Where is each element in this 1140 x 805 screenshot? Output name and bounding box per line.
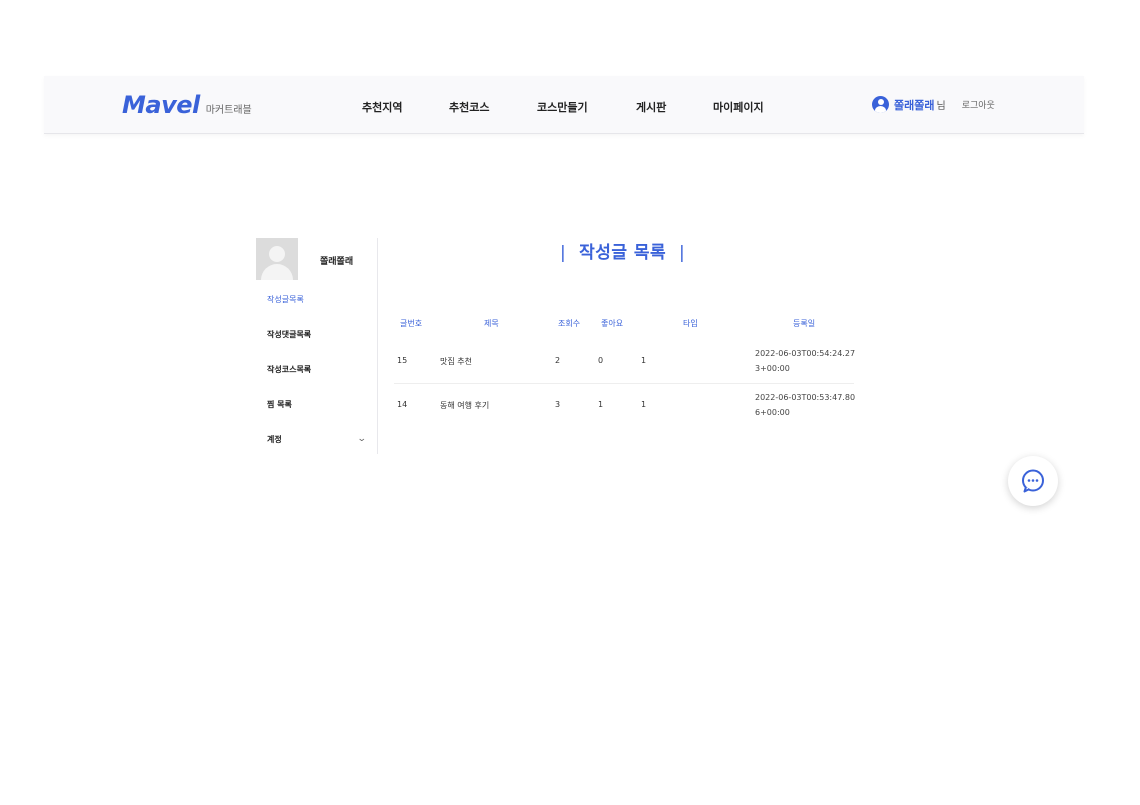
cell-type: 1: [641, 400, 647, 409]
sidebar-item-posts[interactable]: 작성글목록: [267, 294, 304, 305]
cell-date: 2022-06-03T00:54:24.273+00:00: [755, 349, 856, 373]
col-header-title: 제목: [484, 319, 499, 328]
avatar-head-shape: [269, 246, 285, 262]
sidebar-item-account[interactable]: 계정: [267, 434, 282, 445]
cell-no: 14: [397, 400, 408, 409]
profile-name: 쫄래쫄래: [320, 257, 354, 267]
chat-button[interactable]: [1008, 456, 1058, 506]
logout-link[interactable]: 로그아웃: [962, 98, 995, 111]
logo-subtitle: 마커트래블: [205, 105, 252, 116]
mypage-sidebar: 쫄래쫄래 작성글목록 작성댓글목록 작성코스목록 찜 목록 계정 ⌄: [256, 238, 378, 454]
chat-bubble-icon: [1022, 469, 1044, 493]
user-area: 쫄래쫄래 님 로그아웃: [872, 96, 995, 113]
page-title-text: 작성글 목록: [579, 243, 667, 263]
cell-type: 1: [641, 356, 647, 365]
avatar-body-shape: [261, 264, 293, 280]
nav-mypage[interactable]: 마이페이지: [713, 99, 764, 115]
user-suffix: 님: [936, 101, 946, 112]
col-header-views: 조회수: [558, 319, 581, 328]
nav-recommended-course[interactable]: 추천코스: [449, 99, 489, 115]
col-header-no: 글번호: [400, 319, 423, 328]
cell-likes: 0: [598, 356, 604, 365]
sidebar-item-wishlist[interactable]: 찜 목록: [267, 399, 292, 410]
title-bar-right: |: [679, 243, 686, 263]
nav-board[interactable]: 게시판: [636, 99, 666, 115]
user-circle-icon[interactable]: [872, 96, 889, 113]
cell-views: 2: [555, 356, 561, 365]
top-header: Mavel 마커트래블 추천지역 추천코스 코스만들기 게시판 마이페이지 쫄래…: [44, 76, 1084, 134]
logo[interactable]: Mavel 마커트래블: [122, 91, 252, 119]
user-name[interactable]: 쫄래쫄래: [894, 97, 934, 113]
title-bar-left: |: [560, 243, 567, 263]
logo-text: Mavel: [122, 91, 200, 119]
sidebar-item-courses[interactable]: 작성코스목록: [267, 364, 311, 375]
cell-views: 3: [555, 400, 561, 409]
col-header-date: 등록일: [793, 319, 816, 328]
avatar: [256, 238, 298, 280]
nav-recommended-region[interactable]: 추천지역: [362, 99, 402, 115]
col-header-likes: 좋아요: [601, 319, 624, 328]
nav-make-course[interactable]: 코스만들기: [537, 99, 588, 115]
col-header-type: 타입: [683, 319, 698, 328]
cell-date: 2022-06-03T00:53:47.806+00:00: [755, 393, 856, 417]
sidebar-item-comments[interactable]: 작성댓글목록: [267, 329, 311, 340]
page-frame: [44, 76, 1084, 728]
cell-title[interactable]: 동해 여행 후기: [440, 400, 489, 411]
row-divider: [394, 383, 854, 384]
cell-no: 15: [397, 356, 408, 365]
cell-likes: 1: [598, 400, 604, 409]
page-title: | 작성글 목록 |: [560, 238, 685, 263]
chevron-down-icon[interactable]: ⌄: [357, 434, 367, 444]
cell-title[interactable]: 맛집 추천: [440, 356, 472, 367]
